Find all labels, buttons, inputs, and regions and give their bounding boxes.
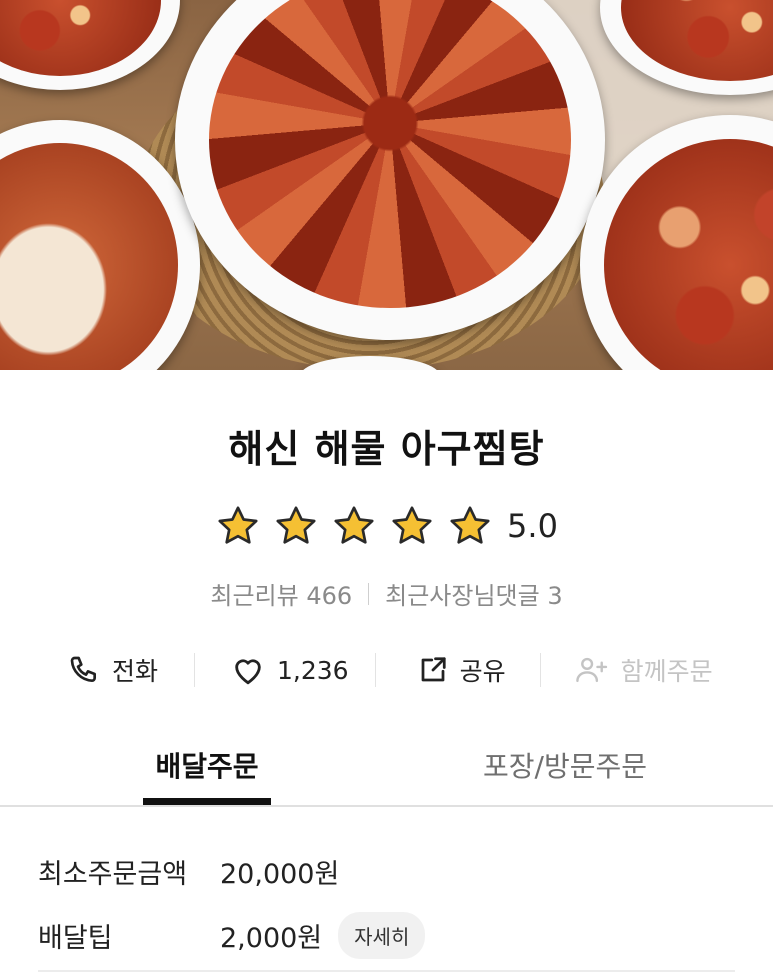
call-label: 전화 [112,657,159,686]
recent-reviews-count: 466 [306,582,353,610]
owner-replies-label: 최근사장님댓글 [385,582,540,610]
star-icon [276,506,316,544]
call-button[interactable]: 전화 [68,648,158,692]
add-person-icon [575,657,607,683]
delivery-tip-value: 2,000원 [220,923,323,954]
divider [539,653,541,687]
star-rating [215,503,493,549]
share-button[interactable]: 공유 [418,648,506,692]
owner-replies[interactable]: 최근사장님댓글 3 [385,576,562,611]
recent-reviews-label: 최근리뷰 [210,582,299,610]
tab-pickup[interactable]: 포장/방문주문 [475,745,655,785]
star-icon [392,506,432,544]
divider [368,582,370,605]
tip-detail-button[interactable]: 자세히 [338,912,426,959]
rating-row[interactable]: 5.0 [0,503,773,549]
recent-reviews[interactable]: 최근리뷰 466 [210,576,352,611]
like-count: 1,236 [277,655,349,685]
star-icon [218,506,258,544]
group-order-button[interactable]: 함께주문 [575,648,713,692]
share-icon [421,657,446,682]
star-icon [450,506,490,544]
phone-icon [70,656,96,682]
hero-image [0,0,773,370]
divider [38,970,735,972]
delivery-tip-row: 배달팁 2,000원 자세히 [38,912,426,959]
delivery-tip-label: 배달팁 [38,923,113,954]
like-button[interactable]: 1,236 [231,648,349,692]
store-title: 해신 해물 아구찜탕 [228,427,545,471]
star-icon [334,506,374,544]
review-summary[interactable]: 최근리뷰 466 최근사장님댓글 3 [0,576,773,611]
min-order-row: 최소주문금액 20,000원 [38,852,339,891]
tab-delivery[interactable]: 배달주문 [143,745,271,785]
order-type-tabs: 배달주문 포장/방문주문 [0,735,773,807]
share-label: 공유 [459,657,506,686]
divider [194,653,196,687]
hero-bowl [0,0,180,90]
group-order-label: 함께주문 [620,657,713,686]
active-tab-indicator [143,798,271,805]
min-order-label: 최소주문금액 [38,859,188,890]
owner-replies-count: 3 [547,582,563,610]
action-bar: 전화 1,236 공유 함께주문 [38,648,738,692]
rating-value: 5.0 [507,507,558,545]
min-order-value: 20,000원 [220,859,340,890]
divider [374,653,376,687]
heart-icon [235,659,261,685]
